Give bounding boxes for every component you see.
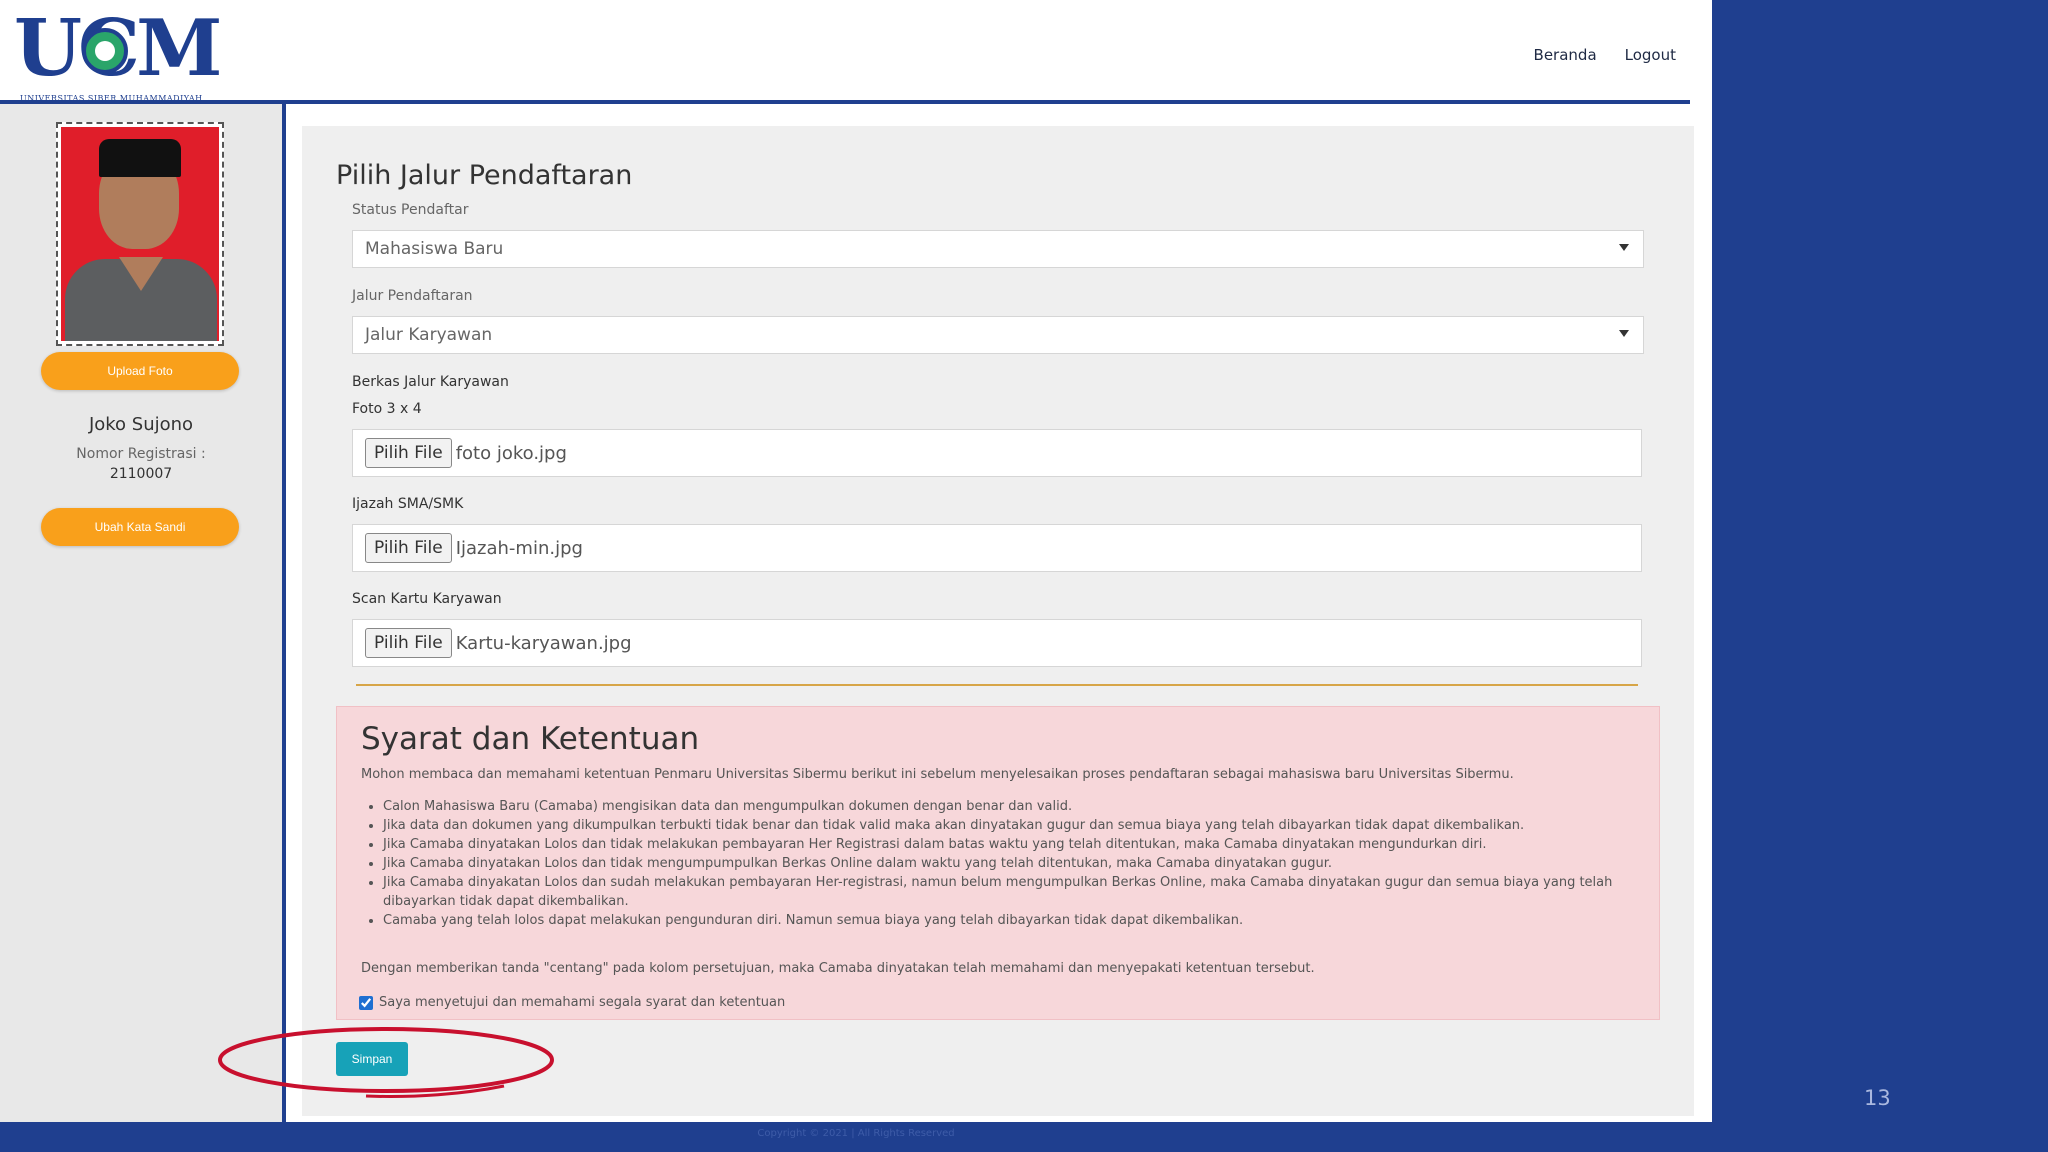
- file-input-employee-card[interactable]: Pilih File Kartu-karyawan.jpg: [352, 619, 1642, 667]
- agree-checkbox[interactable]: [359, 995, 373, 1010]
- status-select[interactable]: Mahasiswa Baru: [352, 230, 1644, 268]
- file-input-photo[interactable]: Pilih File foto joko.jpg: [352, 429, 1642, 477]
- registration-number: 2110007: [109, 466, 173, 482]
- path-select-value: Jalur Karyawan: [365, 325, 493, 345]
- list-item: Jika Camaba dinyakatan Lolos dan sudah m…: [383, 873, 1623, 911]
- terms-box: Syarat dan Ketentuan Mohon membaca dan m…: [336, 706, 1660, 1020]
- terms-list: Calon Mahasiswa Baru (Camaba) mengisikan…: [361, 797, 1623, 930]
- nav-beranda-link[interactable]: Beranda: [1534, 46, 1597, 64]
- save-button[interactable]: Simpan: [336, 1042, 408, 1076]
- sidebar-border: [282, 104, 286, 1122]
- header: UCM UNIVERSITAS SIBER MUHAMMADIYAH Beran…: [0, 0, 1712, 104]
- file-label-diploma: Ijazah SMA/SMK: [352, 496, 464, 512]
- terms-title: Syarat dan Ketentuan: [361, 721, 700, 757]
- sidebar: Upload Foto Joko Sujono Nomor Registrasi…: [0, 104, 282, 1122]
- app-window: UCM UNIVERSITAS SIBER MUHAMMADIYAH Beran…: [0, 0, 1712, 1122]
- list-item: Calon Mahasiswa Baru (Camaba) mengisikan…: [383, 797, 1623, 816]
- ucm-logo[interactable]: UCM UNIVERSITAS SIBER MUHAMMADIYAH: [14, 10, 222, 104]
- choose-file-button[interactable]: Pilih File: [365, 533, 452, 563]
- logo-emblem-icon: [82, 28, 128, 74]
- upload-photo-button[interactable]: Upload Foto: [41, 352, 239, 390]
- choose-file-button[interactable]: Pilih File: [365, 438, 452, 468]
- photo-cap: [99, 139, 181, 177]
- file-name: foto joko.jpg: [455, 442, 567, 464]
- chevron-down-icon: [1619, 244, 1629, 251]
- chevron-down-icon: [1619, 330, 1629, 337]
- status-label: Status Pendaftar: [352, 202, 469, 218]
- file-label-photo: Foto 3 x 4: [352, 401, 422, 417]
- terms-closing: Dengan memberikan tanda "centang" pada k…: [361, 961, 1315, 976]
- nav-logout-link[interactable]: Logout: [1625, 46, 1676, 64]
- path-label: Jalur Pendaftaran: [352, 288, 473, 304]
- avatar: [56, 122, 224, 346]
- choose-file-button[interactable]: Pilih File: [365, 628, 452, 658]
- footer-copyright: Copyright © 2021 | All Rights Reserved: [757, 1128, 955, 1139]
- registration-form-panel: Pilih Jalur Pendaftaran Status Pendaftar…: [302, 126, 1694, 1116]
- page-title: Pilih Jalur Pendaftaran: [336, 160, 633, 191]
- file-input-diploma[interactable]: Pilih File Ijazah-min.jpg: [352, 524, 1642, 572]
- files-heading: Berkas Jalur Karyawan: [352, 374, 509, 390]
- agree-label: Saya menyetujui dan memahami segala syar…: [379, 995, 786, 1010]
- list-item: Camaba yang telah lolos dapat melakukan …: [383, 911, 1623, 930]
- top-nav: Beranda Logout: [1534, 46, 1676, 64]
- slide-number: 13: [1864, 1086, 1891, 1110]
- terms-intro: Mohon membaca dan memahami ketentuan Pen…: [361, 767, 1514, 782]
- change-password-button[interactable]: Ubah Kata Sandi: [41, 508, 239, 546]
- list-item: Jika data dan dokumen yang dikumpulkan t…: [383, 816, 1623, 835]
- file-name: Ijazah-min.jpg: [455, 537, 583, 559]
- profile-photo: [61, 127, 219, 341]
- agree-row[interactable]: Saya menyetujui dan memahami segala syar…: [359, 995, 785, 1010]
- status-select-value: Mahasiswa Baru: [365, 239, 504, 259]
- list-item: Jika Camaba dinyatakan Lolos dan tidak m…: [383, 835, 1623, 854]
- file-label-employee-card: Scan Kartu Karyawan: [352, 591, 502, 607]
- registration-label: Nomor Registrasi :: [76, 446, 206, 462]
- path-select[interactable]: Jalur Karyawan: [352, 316, 1644, 354]
- file-name: Kartu-karyawan.jpg: [455, 632, 632, 654]
- section-divider: [356, 684, 1638, 686]
- list-item: Jika Camaba dinyatakan Lolos dan tidak m…: [383, 854, 1623, 873]
- user-name: Joko Sujono: [88, 414, 194, 435]
